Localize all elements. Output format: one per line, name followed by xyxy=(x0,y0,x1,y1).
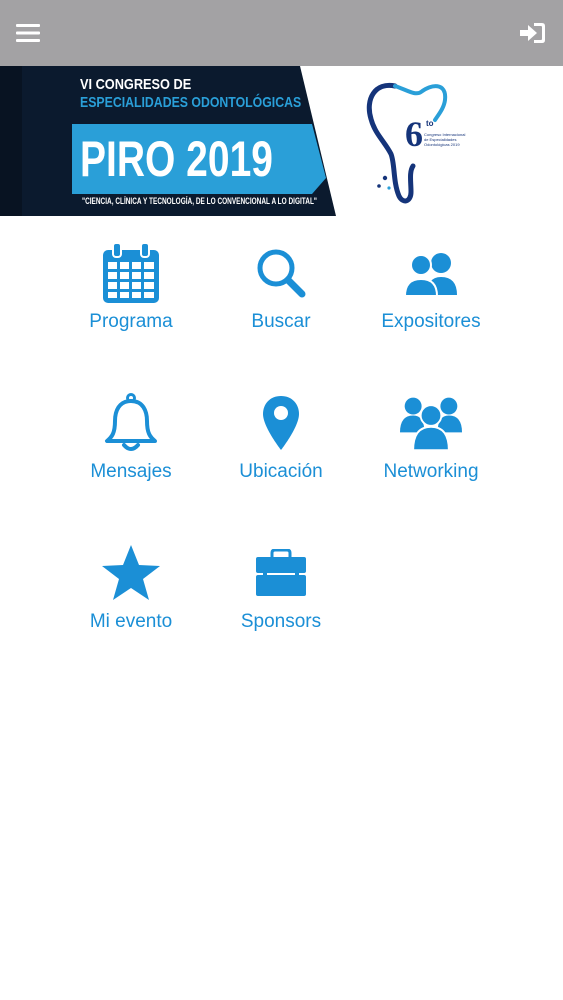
bell-icon xyxy=(105,393,157,451)
hamburger-menu-icon xyxy=(16,24,40,42)
banner-line-2: ESPECIALIDADES ODONTOLÓGICAS xyxy=(80,94,302,111)
calendar-icon xyxy=(103,242,159,303)
menu-item-label: Mi evento xyxy=(89,611,173,632)
menu-item-label: Sponsors xyxy=(240,611,322,632)
menu-item-mensajes[interactable]: Mensajes xyxy=(55,390,207,540)
menu-item-programa[interactable]: Programa xyxy=(55,240,207,390)
menu-button[interactable] xyxy=(10,16,46,50)
map-marker-icon xyxy=(263,396,299,450)
banner-title: PIRO 2019 xyxy=(80,131,273,187)
main-menu-grid: Programa Buscar Expositores Mensajes Ubi… xyxy=(55,240,507,690)
badge-number: 6 xyxy=(405,114,423,154)
search-icon xyxy=(257,249,306,298)
event-banner: VI CONGRESO DE ESPECIALIDADES ODONTOLÓGI… xyxy=(0,66,563,216)
menu-item-sponsors[interactable]: Sponsors xyxy=(207,540,355,690)
menu-item-label: Buscar xyxy=(251,311,311,332)
top-app-bar xyxy=(0,0,563,66)
users-icon xyxy=(403,253,457,297)
menu-item-label: Expositores xyxy=(381,311,481,332)
badge-caption: Congreso Internacional de Especialidades… xyxy=(424,132,466,147)
banner-line-1: VI CONGRESO DE xyxy=(80,76,192,93)
menu-item-label: Programa xyxy=(89,311,173,332)
banner-tagline: "CIENCIA, CLÍNICA Y TECNOLOGÍA, DE LO CO… xyxy=(82,196,318,206)
sign-in-icon xyxy=(520,23,545,43)
menu-item-label: Networking xyxy=(383,461,479,482)
menu-item-networking[interactable]: Networking xyxy=(355,390,507,540)
menu-item-label: Mensajes xyxy=(90,461,172,482)
login-button[interactable] xyxy=(515,16,551,50)
badge-suffix: to xyxy=(426,119,434,128)
menu-item-expositores[interactable]: Expositores xyxy=(355,240,507,390)
menu-item-mi-evento[interactable]: Mi evento xyxy=(55,540,207,690)
menu-item-buscar[interactable]: Buscar xyxy=(207,240,355,390)
menu-item-ubicacion[interactable]: Ubicación xyxy=(207,390,355,540)
menu-item-label: Ubicación xyxy=(239,461,323,482)
briefcase-icon xyxy=(256,549,306,596)
star-icon xyxy=(102,545,160,600)
group-icon xyxy=(400,397,462,452)
